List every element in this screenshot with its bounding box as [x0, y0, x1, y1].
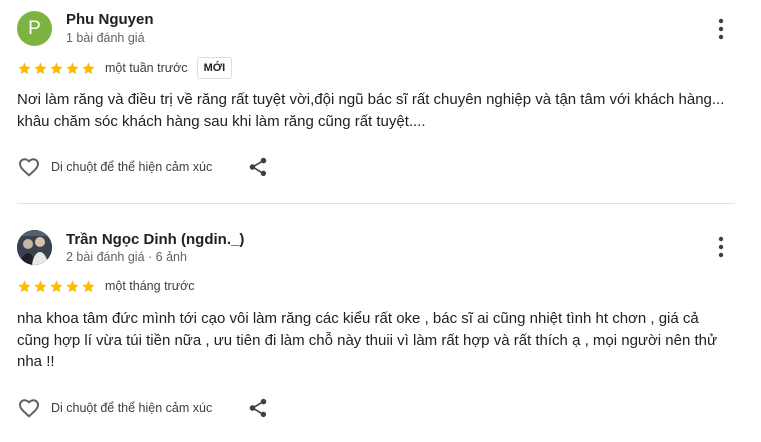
star-icon	[82, 280, 95, 292]
star-icon	[18, 280, 31, 292]
star-icon	[50, 62, 63, 74]
reviewer-name[interactable]: Phu Nguyen	[66, 11, 154, 28]
avatar[interactable]: P	[17, 11, 52, 46]
star-icon	[34, 62, 47, 74]
review-actions: Di chuột để thể hiện cảm xúc	[17, 395, 269, 421]
share-icon[interactable]	[247, 397, 269, 419]
avatar-letter: P	[28, 17, 41, 39]
star-icon	[66, 280, 79, 292]
star-icon	[50, 280, 63, 292]
share-icon[interactable]	[247, 156, 269, 178]
star-icon	[34, 280, 47, 292]
review-card: Trần Ngọc Dinh (ngdin._) 2 bài đánh giá …	[0, 204, 761, 442]
rating-row: một tuần trước MỚI	[17, 57, 233, 79]
more-options-button[interactable]	[710, 234, 732, 260]
avatar[interactable]	[17, 230, 52, 265]
rating-row: một tháng trước	[17, 275, 195, 297]
new-badge: MỚI	[196, 57, 233, 79]
review-actions: Di chuột để thể hiện cảm xúc	[17, 154, 269, 180]
more-vert-icon	[718, 18, 724, 40]
star-icon	[18, 62, 31, 74]
react-hint: Di chuột để thể hiện cảm xúc	[51, 160, 213, 174]
reviewer-meta: 2 bài đánh giá · 6 ảnh	[66, 250, 187, 264]
react-hint: Di chuột để thể hiện cảm xúc	[51, 401, 213, 415]
heart-outline-icon[interactable]	[17, 155, 41, 179]
review-card: P Phu Nguyen 1 bài đánh giá một tuần trư…	[0, 0, 761, 204]
star-icon	[66, 62, 79, 74]
review-text: Nơi làm răng và điều trị về răng rất tuy…	[17, 91, 725, 130]
reviewer-name[interactable]: Trần Ngọc Dinh (ngdin._)	[66, 231, 244, 248]
star-rating	[17, 279, 96, 294]
avatar-photo-icon	[17, 230, 52, 265]
heart-outline-icon[interactable]	[17, 396, 41, 420]
review-text: nha khoa tâm đức mình tới cạo vôi làm ră…	[17, 310, 718, 370]
star-icon	[82, 62, 95, 74]
review-time: một tuần trước	[105, 61, 188, 75]
reviewer-meta: 1 bài đánh giá	[66, 31, 145, 45]
review-time: một tháng trước	[105, 279, 195, 293]
more-vert-icon	[718, 236, 724, 258]
more-options-button[interactable]	[710, 16, 732, 42]
star-rating	[17, 61, 96, 76]
